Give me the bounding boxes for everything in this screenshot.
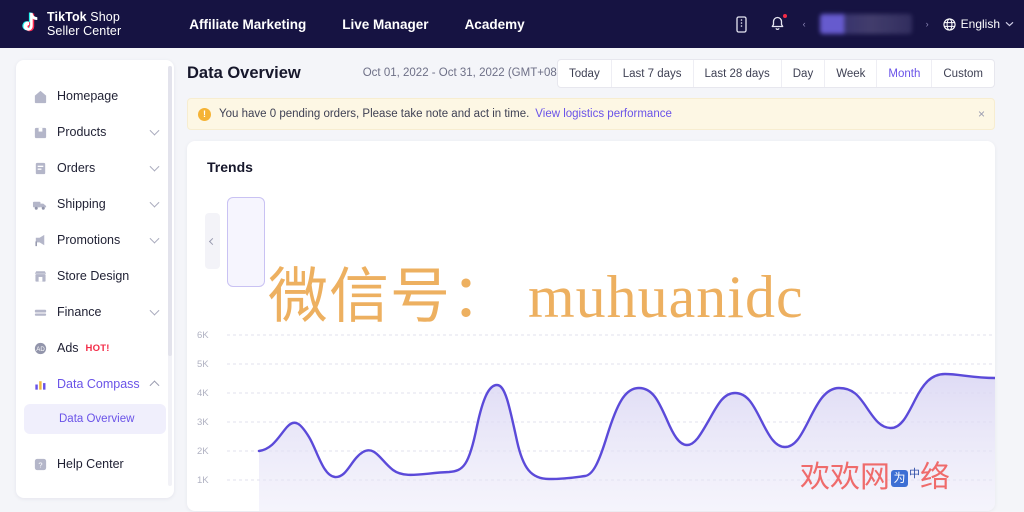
home-icon	[32, 88, 48, 104]
language-selector[interactable]: English	[943, 17, 1014, 31]
nav-live-manager[interactable]: Live Manager	[342, 17, 428, 32]
nav-academy[interactable]: Academy	[465, 17, 525, 32]
sidebar-label-shipping: Shipping	[57, 197, 106, 211]
sidebar-label-store-design: Store Design	[57, 269, 130, 283]
language-label: English	[960, 17, 1000, 31]
sidebar-item-homepage[interactable]: Homepage	[24, 78, 166, 114]
sidebar-item-finance[interactable]: Finance	[24, 294, 166, 330]
brand-text: TikTok Shop Seller Center	[47, 10, 121, 38]
sidebar-item-shipping[interactable]: Shipping	[24, 186, 166, 222]
trends-chart-svg	[227, 334, 995, 511]
sidebar-label-finance: Finance	[57, 305, 102, 319]
sidebar-label-homepage: Homepage	[57, 89, 119, 103]
mobile-glyph	[736, 15, 747, 33]
range-option-last-28-days[interactable]: Last 28 days	[692, 60, 781, 87]
sidebar-label-ads: Ads	[57, 341, 79, 355]
wallet-icon	[32, 304, 48, 320]
brand-seller-center: Seller Center	[47, 24, 122, 38]
chevron-down-icon	[149, 125, 160, 136]
chevron-down-icon	[149, 197, 160, 208]
sidebar-label-help-center: Help Center	[57, 457, 124, 471]
bell-icon[interactable]	[767, 13, 789, 35]
sidebar-item-ads[interactable]: AD Ads HOT!	[24, 330, 166, 366]
brand-tiktok: TikTok	[47, 10, 87, 24]
mobile-icon[interactable]	[731, 13, 753, 35]
range-option-last-7-days[interactable]: Last 7 days	[610, 60, 693, 87]
y-tick-6k: 6K	[197, 330, 209, 341]
metrics-prev-button[interactable]	[205, 213, 220, 269]
top-right-actions: ‹ › English	[731, 0, 1014, 48]
trends-chart: 6K 5K 4K 3K 2K 1K	[187, 316, 995, 511]
metric-card-selected[interactable]	[227, 197, 265, 287]
chevron-left-icon	[208, 237, 217, 245]
sidebar: Homepage Products Orders Shipping Promot…	[16, 60, 174, 498]
y-tick-1k: 1K	[197, 475, 209, 486]
range-option-week[interactable]: Week	[824, 60, 876, 87]
storefront-icon	[32, 268, 48, 284]
ads-hot-badge: HOT!	[85, 342, 110, 354]
top-navigation-bar: TikTok Shop Seller Center Affiliate Mark…	[0, 0, 1024, 48]
range-option-day[interactable]: Day	[780, 60, 824, 87]
tiktok-note-icon	[22, 12, 38, 32]
globe-icon	[943, 17, 956, 31]
chevron-up-icon	[149, 380, 160, 391]
sidebar-scrollbar-thumb[interactable]	[168, 66, 172, 356]
chevron-down-icon	[149, 305, 160, 316]
chevron-down-icon	[149, 233, 160, 244]
box-icon	[32, 124, 48, 140]
trends-title: Trends	[207, 159, 253, 175]
y-tick-4k: 4K	[197, 388, 209, 399]
notification-badge	[781, 13, 788, 19]
range-option-custom[interactable]: Custom	[931, 60, 994, 87]
main-content: Data Overview Oct 01, 2022 - Oct 31, 202…	[182, 48, 1024, 512]
brand-shop: Shop	[86, 10, 120, 24]
megaphone-icon	[32, 232, 48, 248]
sidebar-label-products: Products	[57, 125, 107, 139]
sidebar-item-orders[interactable]: Orders	[24, 150, 166, 186]
sidebar-label-orders: Orders	[57, 161, 96, 175]
top-nav-links: Affiliate Marketing Live Manager Academy	[189, 17, 524, 32]
truck-icon	[32, 196, 48, 212]
user-account-blurred[interactable]	[819, 14, 912, 34]
nav-affiliate-marketing[interactable]: Affiliate Marketing	[189, 17, 306, 32]
pending-orders-banner: ! You have 0 pending orders, Please take…	[187, 98, 995, 130]
sidebar-label-promotions: Promotions	[57, 233, 121, 247]
sidebar-item-store-design[interactable]: Store Design	[24, 258, 166, 294]
help-icon: ?	[32, 456, 48, 472]
user-caret-left-icon: ‹	[802, 19, 806, 29]
brand-logo[interactable]: TikTok Shop Seller Center	[16, 10, 121, 38]
y-tick-3k: 3K	[197, 417, 209, 428]
user-caret-right-icon: ›	[925, 19, 929, 29]
banner-text: You have 0 pending orders, Please take n…	[219, 108, 530, 120]
ads-icon: AD	[32, 340, 48, 356]
sidebar-label-data-overview: Data Overview	[59, 413, 135, 425]
range-option-today[interactable]: Today	[558, 60, 611, 87]
y-tick-2k: 2K	[197, 446, 209, 457]
range-option-month[interactable]: Month	[876, 60, 931, 87]
bar-chart-icon	[32, 376, 48, 392]
date-range-segmented-control: Today Last 7 days Last 28 days Day Week …	[557, 59, 995, 88]
warning-icon: !	[198, 107, 211, 121]
clipboard-icon	[32, 160, 48, 176]
page-title: Data Overview	[187, 63, 301, 82]
svg-text:?: ?	[38, 460, 42, 469]
close-icon[interactable]: ×	[978, 108, 985, 120]
trends-panel: Trends 6K 5K 4K 3K 2K 1K	[187, 141, 995, 511]
sidebar-item-help-center[interactable]: ? Help Center	[24, 446, 166, 482]
sidebar-item-promotions[interactable]: Promotions	[24, 222, 166, 258]
svg-text:AD: AD	[36, 345, 45, 352]
view-logistics-performance-link[interactable]: View logistics performance	[535, 108, 672, 120]
chevron-down-icon	[1005, 21, 1014, 27]
sidebar-item-data-compass[interactable]: Data Compass	[24, 366, 166, 402]
y-tick-5k: 5K	[197, 359, 209, 370]
date-range-label: Oct 01, 2022 - Oct 31, 2022 (GMT+08:00)	[362, 67, 577, 79]
sidebar-subitem-data-overview[interactable]: Data Overview	[24, 404, 166, 434]
sidebar-label-data-compass: Data Compass	[57, 377, 140, 391]
sidebar-item-products[interactable]: Products	[24, 114, 166, 150]
chevron-down-icon	[149, 161, 160, 172]
